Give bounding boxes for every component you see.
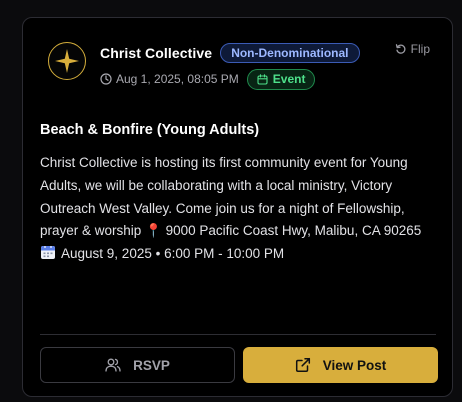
north-star-icon [55, 49, 79, 73]
rsvp-label: RSVP [133, 357, 170, 373]
event-post-card: Christ Collective Non-Denominational Fli… [22, 17, 453, 397]
event-time: August 9, 2025 • 6:00 PM - 10:00 PM [61, 246, 285, 262]
calendar-emoji-icon [41, 246, 55, 260]
external-link-icon [295, 357, 310, 373]
view-post-label: View Post [322, 357, 387, 373]
post-title: Beach & Bonfire (Young Adults) [40, 122, 260, 138]
post-meta: Aug 1, 2025, 08:05 PM Event [100, 68, 316, 90]
post-header: Christ Collective Non-Denominational [100, 42, 360, 64]
rotate-icon [395, 44, 406, 54]
flip-label: Flip [410, 42, 430, 56]
org-avatar[interactable] [48, 42, 86, 80]
actions-divider [40, 334, 436, 335]
post-location: 9000 Pacific Coast Hwy, Malibu, CA 90265 [161, 223, 422, 239]
post-body: Christ Collective is hosting its first c… [40, 152, 440, 266]
flip-button[interactable]: Flip [395, 42, 430, 56]
view-post-button[interactable]: View Post [243, 347, 438, 383]
event-type-badge: Event [246, 68, 316, 90]
org-name[interactable]: Christ Collective [100, 45, 212, 61]
clock-icon [100, 73, 112, 85]
rsvp-button[interactable]: RSVP [40, 347, 235, 383]
denomination-badge: Non-Denominational [220, 43, 360, 63]
location-pin-icon: 📍 [145, 223, 162, 239]
users-icon [105, 358, 121, 372]
post-datetime: Aug 1, 2025, 08:05 PM [116, 72, 239, 86]
calendar-icon [257, 73, 268, 85]
event-type-label: Event [272, 72, 306, 86]
